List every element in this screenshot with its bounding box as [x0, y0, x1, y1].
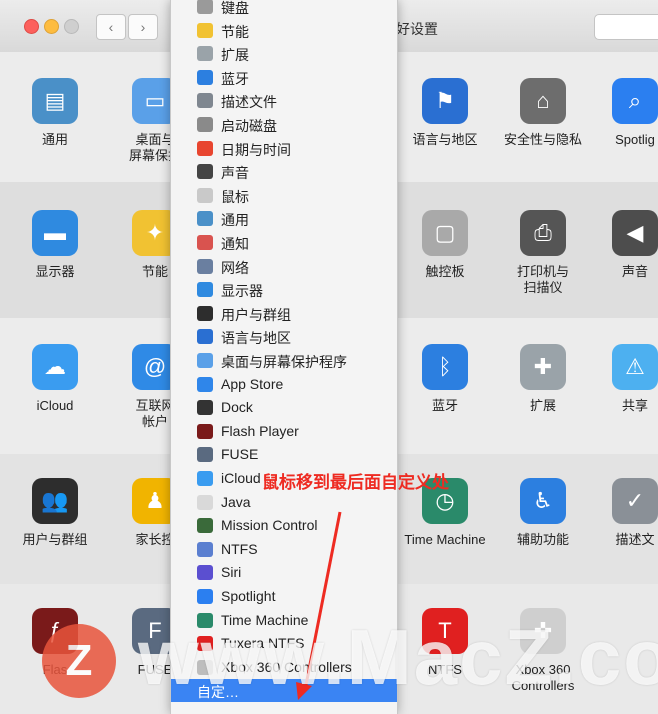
annotation-arrow	[296, 511, 342, 700]
watermark-logo: Z	[42, 624, 116, 698]
watermark-text: www.MacZ.co	[138, 613, 658, 701]
system-preferences-window: ‹ › 好设置 ▤ 通用 ▭ 桌面与 屏幕保护 ⚑ 语言与地区 ⌂ 安全性与隐私 ⌕ Spotli…	[0, 0, 658, 714]
